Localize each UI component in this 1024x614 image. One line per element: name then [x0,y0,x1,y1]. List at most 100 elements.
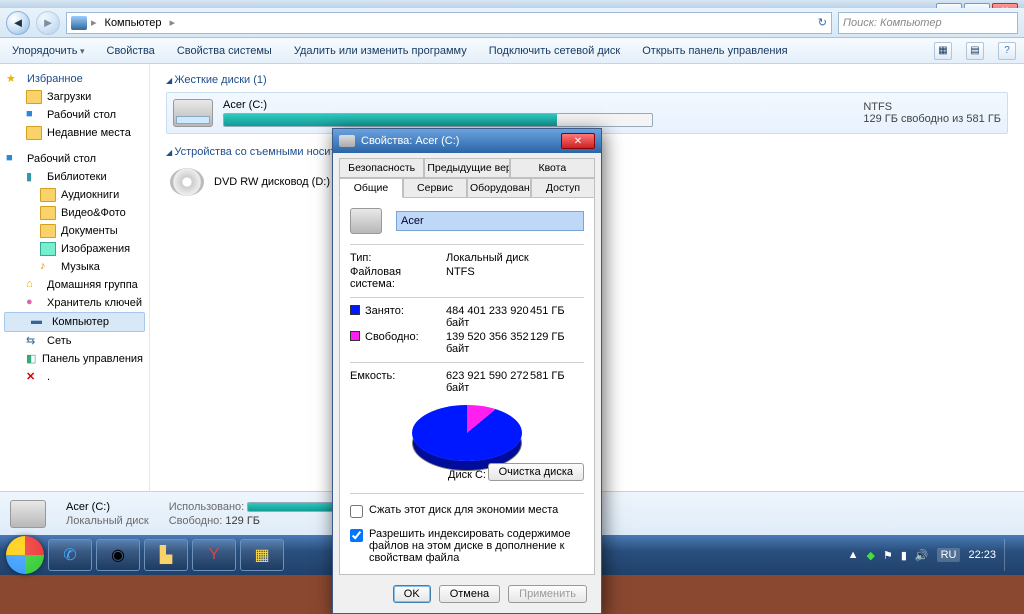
help-icon[interactable]: ? [998,42,1016,60]
free-swatch-icon [350,331,360,341]
open-control-panel-button[interactable]: Открыть панель управления [638,43,791,59]
volume-name-input[interactable] [396,211,584,231]
sidebar-item-control-panel[interactable]: ◧Панель управления [0,350,149,368]
sidebar-item-homegroup[interactable]: ⌂Домашняя группа [0,276,149,294]
map-drive-button[interactable]: Подключить сетевой диск [485,43,624,59]
cancel-button[interactable]: Отмена [439,585,500,603]
usage-bar [223,113,653,127]
folder-icon [26,126,42,140]
sidebar-item-recent[interactable]: Недавние места [0,124,149,142]
chevron-right-icon: ▸ [91,16,97,29]
usage-fill [224,114,557,126]
dialog-title: Свойства: Acer (C:) [361,135,459,147]
dialog-close-button[interactable]: ✕ [561,133,595,149]
tab-tools[interactable]: Сервис [403,178,467,198]
hdd-icon [173,99,213,127]
drive-fs: NTFS [863,101,1001,113]
tray-action-center-icon[interactable]: ⚑ [883,549,893,562]
breadcrumb-item[interactable]: Компьютер [101,15,166,31]
taskbar-app-skype[interactable]: ✆ [48,539,92,571]
taskbar-app-explorer[interactable]: ▙ [144,539,188,571]
folder-icon [40,224,56,238]
sidebar-item-library[interactable]: Аудиокниги [0,186,149,204]
ok-button[interactable]: OK [393,585,431,603]
section-hard-drives[interactable]: Жесткие диски (1) [166,74,1008,86]
uninstall-program-button[interactable]: Удалить или изменить программу [290,43,471,59]
tab-previous-versions[interactable]: Предыдущие версии [424,158,509,178]
forward-button[interactable]: ► [36,11,60,35]
status-drive-type: Локальный диск [66,515,149,527]
error-icon: ✕ [26,370,42,384]
tab-quota[interactable]: Квота [510,158,595,178]
refresh-icon[interactable]: ↻ [818,16,827,29]
tab-general[interactable]: Общие [339,178,403,198]
window-titlebar [0,0,1024,8]
sidebar-item-keykeeper[interactable]: ●Хранитель ключей [0,294,149,312]
taskbar-app-yandex[interactable]: Y [192,539,236,571]
desktop-icon: ■ [26,108,42,122]
hdd-icon [350,208,382,234]
drive-name: Acer (C:) [223,99,841,111]
properties-dialog: Свойства: Acer (C:) ✕ Безопасность Преды… [332,128,602,614]
disk-cleanup-button[interactable]: Очистка диска [488,463,584,481]
sidebar-item-desktop[interactable]: ■Рабочий стол [0,106,149,124]
index-checkbox[interactable]: Разрешить индексировать содержимое файло… [350,528,584,564]
used-swatch-icon [350,305,360,315]
user-icon: ● [26,296,42,310]
disk-usage-pie-chart [412,405,522,461]
system-properties-button[interactable]: Свойства системы [173,43,276,59]
tab-hardware[interactable]: Оборудование [467,178,531,198]
preview-pane-icon[interactable]: ▤ [966,42,984,60]
sidebar-item-library[interactable]: Документы [0,222,149,240]
tray-language[interactable]: RU [937,548,961,562]
star-icon: ★ [6,72,22,86]
control-panel-icon: ◧ [26,352,37,366]
navigation-bar: ◄ ► ▸ Компьютер ▸ ↻ Поиск: Компьютер [0,8,1024,38]
sidebar-item-library[interactable]: Видео&Фото [0,204,149,222]
tab-sharing[interactable]: Доступ [531,178,595,198]
pictures-icon [40,242,56,256]
tray-volume-icon[interactable]: 🔊 [915,549,929,562]
folder-icon [40,206,56,220]
apply-button[interactable]: Применить [508,585,587,603]
sidebar-item-computer[interactable]: ▬Компьютер [4,312,145,332]
folder-icon [40,188,56,202]
show-desktop-button[interactable] [1004,539,1012,571]
taskbar-app-chrome[interactable]: ◉ [96,539,140,571]
desktop-icon: ■ [6,152,22,166]
compress-checkbox[interactable]: Сжать этот диск для экономии места [350,504,584,518]
tab-panel-general: Тип:Локальный диск Файловая система:NTFS… [339,197,595,575]
desktop-group[interactable]: ■Рабочий стол [0,150,149,168]
tray-network-icon[interactable]: ▮ [901,549,907,562]
tray-clock[interactable]: 22:23 [968,549,996,561]
organize-button[interactable]: Упорядочить [8,43,89,59]
address-bar[interactable]: ▸ Компьютер ▸ ↻ [66,12,832,34]
hdd-icon [339,135,355,147]
folder-icon [26,90,42,104]
tray-show-hidden-icon[interactable]: ▲ [848,549,859,561]
sidebar-item-downloads[interactable]: Загрузки [0,88,149,106]
favorites-group[interactable]: ★Избранное [0,70,149,88]
network-icon: ⇆ [26,334,42,348]
drive-free: 129 ГБ свободно из 581 ГБ [863,113,1001,125]
search-input[interactable]: Поиск: Компьютер [838,12,1018,34]
drive-name: DVD RW дисковод (D:) [214,176,330,188]
tab-security[interactable]: Безопасность [339,158,424,178]
sidebar-item-libraries[interactable]: ▮Библиотеки [0,168,149,186]
computer-icon: ▬ [31,315,47,329]
navigation-pane: ★Избранное Загрузки ■Рабочий стол Недавн… [0,64,150,509]
view-options-icon[interactable]: ▦ [934,42,952,60]
properties-button[interactable]: Свойства [103,43,159,59]
sidebar-item-network[interactable]: ⇆Сеть [0,332,149,350]
sidebar-item-library[interactable]: Изображения [0,240,149,258]
music-icon: ♪ [40,260,56,274]
dialog-titlebar[interactable]: Свойства: Acer (C:) ✕ [333,129,601,153]
taskbar-app-totalcmd[interactable]: ▦ [240,539,284,571]
back-button[interactable]: ◄ [6,11,30,35]
sidebar-item-unknown[interactable]: ✕. [0,368,149,386]
sidebar-item-library[interactable]: ♪Музыка [0,258,149,276]
tray-antivirus-icon[interactable]: ◆ [866,549,874,562]
computer-icon [71,16,87,30]
start-button[interactable] [6,536,44,574]
command-bar: Упорядочить Свойства Свойства системы Уд… [0,38,1024,64]
